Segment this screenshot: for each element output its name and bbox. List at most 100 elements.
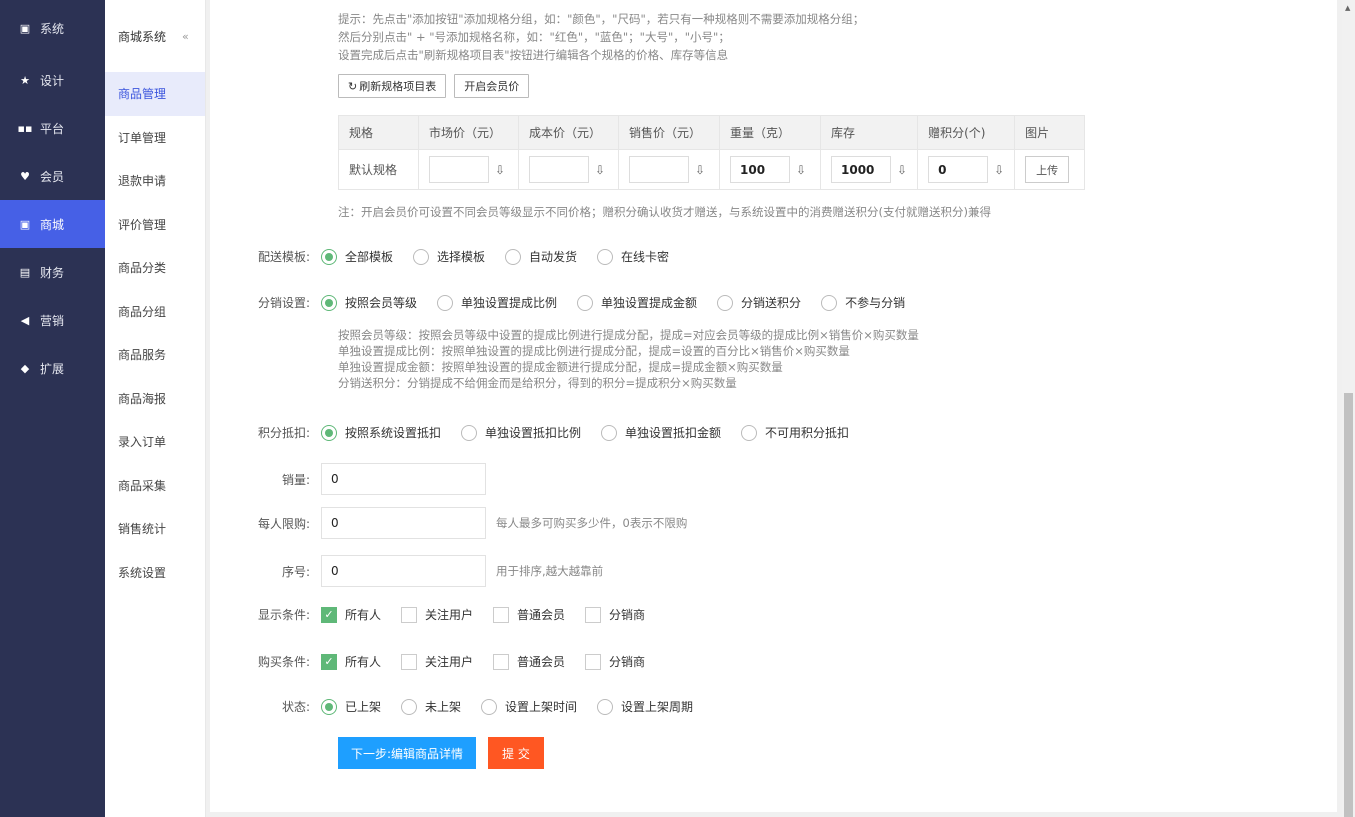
delivery-option[interactable]: 全部模板 xyxy=(321,248,393,265)
sub-item[interactable]: 商品采集 xyxy=(105,464,205,508)
order-input[interactable]: 0 xyxy=(321,555,486,587)
checkbox-icon: ✓ xyxy=(321,653,337,670)
sub-item[interactable]: 商品海报 xyxy=(105,377,205,421)
sub-item[interactable]: 商品分类 xyxy=(105,246,205,290)
sales-row: 销量: 0 xyxy=(210,463,486,495)
checkbox-icon: ✓ xyxy=(321,606,337,623)
collapse-icon[interactable]: « xyxy=(182,30,189,43)
nav-item-label: 营销 xyxy=(40,313,65,328)
distribution-option[interactable]: 单独设置提成金额 xyxy=(577,294,697,311)
option-label: 分销商 xyxy=(609,608,646,622)
buy-condition-option[interactable]: ✓ 所有人 xyxy=(321,653,381,670)
radio-icon xyxy=(321,424,337,441)
radio-icon xyxy=(321,698,337,715)
fill-down-icon[interactable]: ⇩ xyxy=(994,163,1004,177)
sub-item[interactable]: 系统设置 xyxy=(105,551,205,595)
column-header: 市场价（元） xyxy=(418,115,519,150)
sub-item[interactable]: 商品管理 xyxy=(105,72,205,116)
distribution-option[interactable]: 不参与分销 xyxy=(821,294,905,311)
points-option[interactable]: 单独设置抵扣比例 xyxy=(461,424,581,441)
option-label: 已上架 xyxy=(345,700,382,714)
checkbox-icon xyxy=(585,653,602,670)
spec-value-input[interactable] xyxy=(429,156,489,183)
nav-item-5[interactable]: ▤ 财务 xyxy=(0,248,105,296)
fill-down-icon[interactable]: ⇩ xyxy=(595,163,605,177)
refresh-spec-button[interactable]: ↻ 刷新规格项目表 xyxy=(338,74,447,98)
option-label: 单独设置抵扣金额 xyxy=(625,426,722,440)
option-label: 全部模板 xyxy=(345,250,394,264)
distribution-option[interactable]: 分销送积分 xyxy=(717,294,801,311)
help-line: 分销送积分：分销提成不给佣金而是给积分，得到的积分=提成积分×购买数量 xyxy=(338,376,737,390)
points-option[interactable]: 按照系统设置抵扣 xyxy=(321,424,441,441)
nav-item-6[interactable]: ◀ 营销 xyxy=(0,296,105,344)
sub-item[interactable]: 退款申请 xyxy=(105,159,205,203)
sales-label: 销量: xyxy=(281,472,310,487)
order-row: 序号: 0 用于排序,越大越靠前 xyxy=(210,555,603,587)
delivery-option[interactable]: 选择模板 xyxy=(413,248,485,265)
fill-down-icon[interactable]: ⇩ xyxy=(796,163,806,177)
fill-down-icon[interactable]: ⇩ xyxy=(695,163,705,177)
spec-value-input[interactable] xyxy=(629,156,689,183)
limit-input[interactable]: 0 xyxy=(321,507,486,539)
option-label: 所有人 xyxy=(345,608,382,622)
buy-condition-option[interactable]: 关注用户 xyxy=(401,653,473,670)
distribution-option[interactable]: 按照会员等级 xyxy=(321,294,417,311)
status-option[interactable]: 已上架 xyxy=(321,698,381,715)
nav-item-7[interactable]: ◆ 扩展 xyxy=(0,344,105,392)
show-condition-option[interactable]: 分销商 xyxy=(585,606,645,623)
points-label: 积分抵扣: xyxy=(257,426,310,440)
spec-value-input[interactable]: 1000 xyxy=(831,156,891,183)
buy-condition-option[interactable]: 普通会员 xyxy=(493,653,565,670)
buy-condition-option[interactable]: 分销商 xyxy=(585,653,645,670)
status-option[interactable]: 设置上架周期 xyxy=(597,698,693,715)
show-condition-row: 显示条件: ✓ 所有人 关注用户 普通会员 分销商 xyxy=(210,606,665,623)
show-condition-option[interactable]: 关注用户 xyxy=(401,606,473,623)
points-option[interactable]: 不可用积分抵扣 xyxy=(741,424,849,441)
delivery-option[interactable]: 在线卡密 xyxy=(597,248,669,265)
member-price-button[interactable]: 开启会员价 xyxy=(454,74,530,98)
sub-item[interactable]: 评价管理 xyxy=(105,203,205,247)
nav-item-3[interactable]: ♥ 会员 xyxy=(0,152,105,200)
upload-button[interactable]: 上传 xyxy=(1025,156,1070,183)
nav-item-2[interactable]: ▪▪ 平台 xyxy=(0,104,105,152)
distribution-option[interactable]: 单独设置提成比例 xyxy=(437,294,557,311)
nav-item-1[interactable]: ★ 设计 xyxy=(0,56,105,104)
delivery-label: 配送模板: xyxy=(257,250,310,264)
radio-icon xyxy=(461,424,478,441)
help-line: 按照会员等级：按照会员等级中设置的提成比例进行提成分配，提成=对应会员等级的提成… xyxy=(338,328,919,342)
limit-label: 每人限购: xyxy=(257,516,310,531)
nav-item-0[interactable]: ▣ 系统 xyxy=(0,0,105,56)
sub-item[interactable]: 商品分组 xyxy=(105,290,205,334)
sub-item[interactable]: 订单管理 xyxy=(105,116,205,160)
fill-down-icon[interactable]: ⇩ xyxy=(897,163,907,177)
spec-value-cell: ⇩ xyxy=(618,149,720,190)
sub-item[interactable]: 商品服务 xyxy=(105,333,205,377)
spec-value-input[interactable]: 100 xyxy=(730,156,790,183)
help-line: 单独设置提成金额：按照单独设置的提成金额进行提成分配，提成=提成金额×购买数量 xyxy=(338,360,783,374)
show-condition-option[interactable]: 普通会员 xyxy=(493,606,565,623)
points-option[interactable]: 单独设置抵扣金额 xyxy=(601,424,721,441)
spec-tips: 提示：先点击"添加按钮"添加规格分组，如："颜色"，"尺码"，若只有一种规格则不… xyxy=(338,10,864,64)
option-label: 分销商 xyxy=(609,655,646,669)
fill-down-icon[interactable]: ⇩ xyxy=(495,163,505,177)
show-condition-option[interactable]: ✓ 所有人 xyxy=(321,606,381,623)
status-option[interactable]: 未上架 xyxy=(401,698,461,715)
option-label: 分销送积分 xyxy=(741,296,802,310)
sales-input[interactable]: 0 xyxy=(321,463,486,495)
nav-item-4[interactable]: ▣ 商城 xyxy=(0,200,105,248)
radio-icon xyxy=(437,294,454,311)
vertical-scrollbar[interactable]: ▲ xyxy=(1342,0,1355,817)
next-step-button[interactable]: 下一步:编辑商品详情 xyxy=(338,737,477,769)
radio-icon xyxy=(481,698,498,715)
scroll-up-icon[interactable]: ▲ xyxy=(1345,4,1350,12)
status-option[interactable]: 设置上架时间 xyxy=(481,698,577,715)
sub-item[interactable]: 录入订单 xyxy=(105,420,205,464)
spec-value-input[interactable]: 0 xyxy=(928,156,989,183)
sub-item[interactable]: 销售统计 xyxy=(105,507,205,551)
submit-button[interactable]: 提 交 xyxy=(488,737,544,769)
scrollbar-thumb[interactable] xyxy=(1344,393,1353,817)
sub-sidebar: 商城系统 « 商品管理 订单管理 退款申请 评价管理 商品分类 商品分组 商品服务 商品海报录… xyxy=(105,0,206,817)
delivery-option[interactable]: 自动发货 xyxy=(505,248,577,265)
spec-value-input[interactable] xyxy=(529,156,589,183)
option-label: 在线卡密 xyxy=(621,250,670,264)
